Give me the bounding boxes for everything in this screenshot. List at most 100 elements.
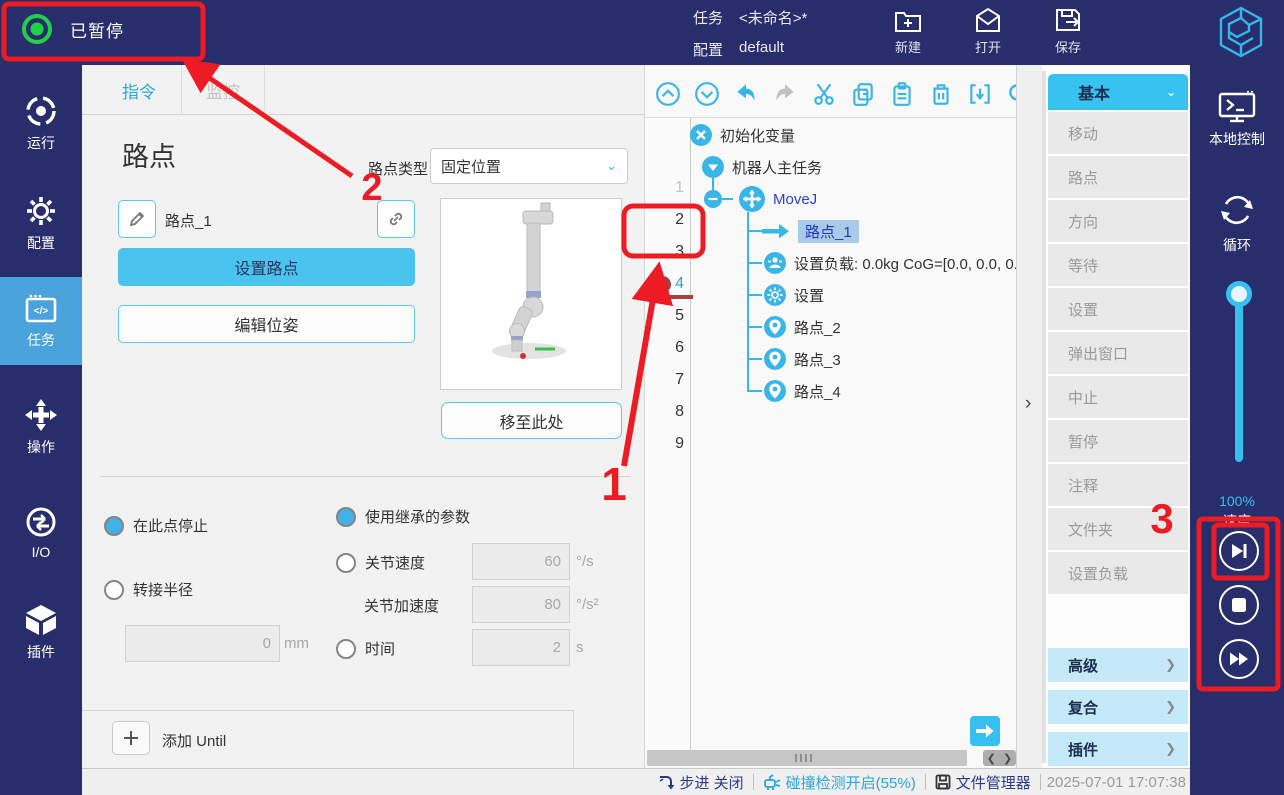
tree-toolbar	[645, 70, 1016, 118]
tree-row-set-payload[interactable]: 设置负载: 0.0kg CoG=[0.0, 0.0, 0.0]	[764, 250, 1016, 276]
joint-speed-input[interactable]	[472, 543, 570, 580]
gear-circle-icon	[764, 284, 786, 306]
sidebar-item-task[interactable]: </> 任务	[0, 277, 82, 365]
palette-group-composite[interactable]: 复合❯	[1048, 690, 1188, 724]
palette-item-label: 设置负载	[1068, 563, 1128, 584]
palette-item-set[interactable]: 设置	[1048, 288, 1188, 330]
circle-up-icon[interactable]	[655, 81, 681, 107]
collision-detect-status[interactable]: 碰撞检测开启(55%)	[754, 772, 925, 793]
palette-item-popup[interactable]: 弹出窗口	[1048, 332, 1188, 374]
palette-item-comment[interactable]: 注释	[1048, 464, 1188, 506]
tree-row-init-vars[interactable]: 初始化变量	[690, 122, 1010, 148]
line-number: 5	[654, 307, 684, 325]
step-mode-status[interactable]: 步进 关闭	[649, 772, 753, 793]
palette-item-abort[interactable]: 中止	[1048, 376, 1188, 418]
file-manager-button[interactable]: 文件管理器	[926, 772, 1040, 793]
insert-icon[interactable]	[967, 81, 993, 107]
radio-selected[interactable]	[104, 516, 124, 536]
fast-forward-button[interactable]	[1219, 639, 1259, 679]
collapse-circle-icon[interactable]	[702, 156, 724, 178]
top-bar: 已暂停 任务 <未命名>* 配置 default 新建 打开 保存	[0, 0, 1284, 65]
open-task-icon	[973, 5, 1003, 35]
add-until-button[interactable]	[112, 721, 150, 755]
scrollbar-buttons[interactable]: ❮❯	[983, 750, 1016, 766]
sidebar-item-label: 任务	[27, 330, 55, 350]
minus-circle-icon[interactable]	[704, 190, 722, 208]
sidebar-item-io[interactable]: I/O	[0, 497, 82, 567]
rename-waypoint-button[interactable]	[118, 200, 156, 238]
radio-unselected[interactable]	[104, 580, 124, 600]
tree-row-waypoint-3[interactable]: 路点_3	[764, 346, 1004, 372]
palette-item-pause[interactable]: 暂停	[1048, 420, 1188, 462]
joint-acc-input[interactable]	[472, 586, 570, 623]
tree-row-waypoint-2[interactable]: 路点_2	[764, 314, 1004, 340]
undo-icon[interactable]	[733, 81, 759, 107]
palette-item-direction[interactable]: 方向	[1048, 200, 1188, 242]
edit-pose-button[interactable]: 编辑位姿	[118, 305, 415, 343]
tree-row-label: 路点_3	[794, 349, 841, 370]
option-time[interactable]: 时间	[336, 638, 395, 659]
tree-row-main-task[interactable]: 机器人主任务	[702, 154, 1002, 180]
local-control-button[interactable]: 本地控制	[1190, 90, 1284, 149]
new-task-button[interactable]: 新建	[893, 5, 923, 56]
palette-group-plugin[interactable]: 插件❯	[1048, 732, 1188, 766]
status-text: 已暂停	[70, 17, 124, 42]
palette-item-waypoint[interactable]: 路点	[1048, 156, 1188, 198]
tree-row-waypoint-4[interactable]: 路点_4	[764, 378, 1004, 404]
tree-row-waypoint-1[interactable]: 路点_1	[762, 218, 1002, 244]
loop-button[interactable]: 循环	[1190, 190, 1284, 255]
breakpoint-dot[interactable]	[654, 276, 671, 293]
step-play-button[interactable]	[1219, 531, 1259, 571]
palette-item-set-payload[interactable]: 设置负载	[1048, 552, 1188, 594]
chevron-left-icon[interactable]: ❮	[987, 752, 996, 765]
tab-monitor[interactable]: 监控	[181, 65, 265, 115]
chevron-down-icon: ⌄	[1166, 85, 1176, 99]
speed-slider-track[interactable]	[1235, 292, 1243, 462]
speed-slider-knob[interactable]	[1226, 281, 1252, 307]
sidebar-item-run[interactable]: 运行	[0, 88, 82, 158]
open-task-button[interactable]: 打开	[973, 5, 1003, 56]
sidebar-item-config[interactable]: 配置	[0, 188, 82, 258]
option-blend-radius[interactable]: 转接半径	[104, 579, 193, 600]
chevron-right-icon: ❯	[1165, 657, 1176, 673]
waypoint-type-select[interactable]: 固定位置 ⌄	[430, 148, 628, 184]
option-stop-here[interactable]: 在此点停止	[104, 515, 208, 536]
sidebar-item-operate[interactable]: 操作	[0, 392, 82, 462]
program-tree-panel: 1 2 3 4 5 6 7 8 9 初始化变量 机器人主任务	[645, 65, 1016, 768]
stop-button[interactable]	[1219, 585, 1259, 625]
paste-icon[interactable]	[889, 81, 915, 107]
next-page-arrow-button[interactable]	[970, 716, 1000, 746]
palette-item-folder[interactable]: 文件夹	[1048, 508, 1188, 550]
redo-icon[interactable]	[772, 81, 798, 107]
link-waypoint-button[interactable]	[377, 200, 415, 238]
status-bar: 步进 关闭 碰撞检测开启(55%) 文件管理器 2025-07-01 17:07…	[82, 768, 1190, 795]
sidebar-item-plugin[interactable]: 插件	[0, 597, 82, 667]
copy-icon[interactable]	[850, 81, 876, 107]
option-inherit-params[interactable]: 使用继承的参数	[336, 506, 470, 527]
delete-icon[interactable]	[928, 81, 954, 107]
radio-unselected[interactable]	[336, 553, 356, 573]
add-until-label: 添加 Until	[162, 730, 226, 751]
blend-radius-input[interactable]	[125, 625, 280, 662]
option-joint-speed[interactable]: 关节速度	[336, 552, 425, 573]
radio-unselected[interactable]	[336, 639, 356, 659]
palette-group-advanced[interactable]: 高级❯	[1048, 648, 1188, 682]
save-task-button[interactable]: 保存	[1053, 5, 1083, 56]
radio-selected[interactable]	[336, 507, 356, 527]
tree-row-movej[interactable]: MoveJ	[704, 186, 1004, 212]
tab-command[interactable]: 指令	[97, 65, 181, 115]
set-waypoint-button[interactable]: 设置路点	[118, 248, 415, 286]
palette-item-move[interactable]: 移动	[1048, 112, 1188, 154]
palette-item-wait[interactable]: 等待	[1048, 244, 1188, 286]
expand-panel-chevron[interactable]: ›	[1025, 393, 1031, 415]
cut-icon[interactable]	[811, 81, 837, 107]
palette-header-basic[interactable]: 基本 ⌄	[1048, 74, 1188, 110]
plugin-cube-icon	[23, 602, 59, 638]
move-here-button[interactable]: 移至此处	[441, 402, 622, 439]
time-input[interactable]	[472, 629, 570, 666]
palette-scrollbar[interactable]	[1042, 71, 1046, 763]
chevron-right-icon[interactable]: ❯	[1003, 752, 1012, 765]
new-task-icon	[893, 5, 923, 35]
tree-row-set[interactable]: 设置	[764, 282, 1004, 308]
circle-down-icon[interactable]	[694, 81, 720, 107]
